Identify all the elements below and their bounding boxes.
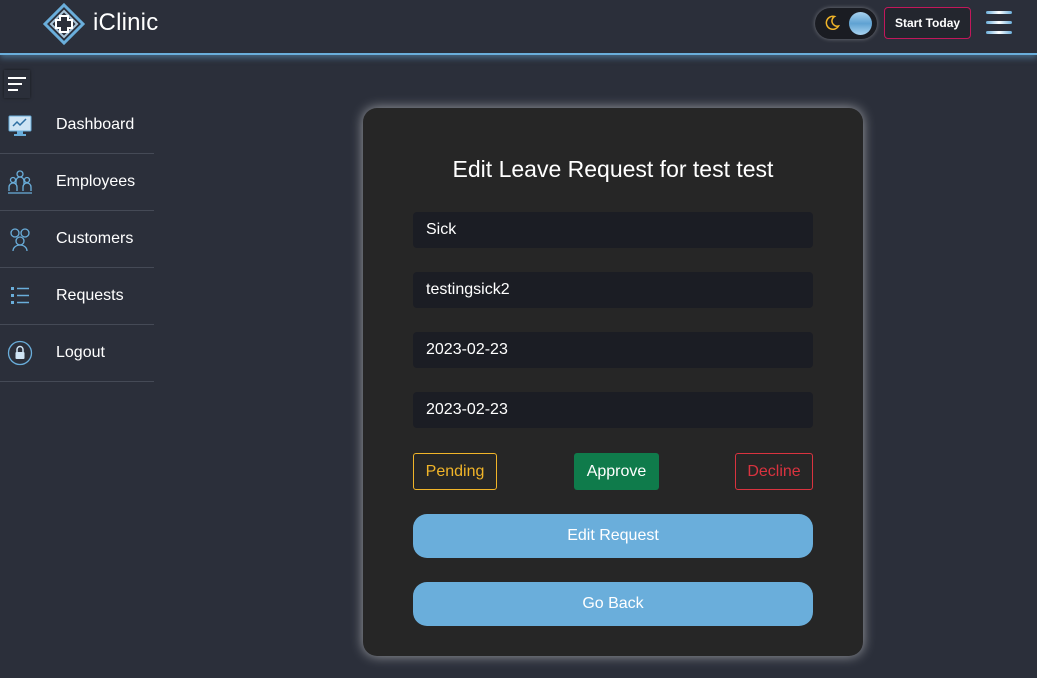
sidebar-item-employees[interactable]: Employees <box>0 154 154 211</box>
pending-button[interactable]: Pending <box>413 453 497 490</box>
start-today-button[interactable]: Start Today <box>884 7 971 39</box>
decline-button[interactable]: Decline <box>735 453 813 490</box>
edit-leave-request-card: Edit Leave Request for test test Pending… <box>363 108 863 656</box>
lock-icon <box>7 340 33 366</box>
clinic-logo-icon[interactable] <box>43 3 85 45</box>
sidebar-item-label: Dashboard <box>56 116 135 133</box>
sidebar-item-logout[interactable]: Logout <box>0 325 154 382</box>
list-icon <box>11 287 29 304</box>
moon-icon <box>825 15 840 31</box>
sidebar: Dashboard Employees Customers Requests L… <box>0 97 154 382</box>
customers-people-icon <box>10 228 30 252</box>
go-back-button[interactable]: Go Back <box>413 582 813 626</box>
hamburger-menu-icon[interactable] <box>986 10 1012 36</box>
sidebar-item-label: Customers <box>56 230 134 247</box>
sidebar-item-dashboard[interactable]: Dashboard <box>0 97 154 154</box>
approve-button[interactable]: Approve <box>574 453 659 490</box>
theme-toggle[interactable] <box>815 8 877 39</box>
app-name[interactable]: iClinic <box>93 9 158 37</box>
top-navbar: iClinic Start Today <box>0 0 1037 55</box>
end-date-input[interactable] <box>413 392 813 428</box>
sidebar-item-customers[interactable]: Customers <box>0 211 154 268</box>
leave-type-input[interactable] <box>413 212 813 248</box>
sidebar-item-label: Employees <box>56 173 136 190</box>
employees-group-icon <box>8 170 32 194</box>
sidebar-item-requests[interactable]: Requests <box>0 268 154 325</box>
page-title: Edit Leave Request for test test <box>452 156 774 182</box>
toggle-knob <box>849 12 872 35</box>
start-date-input[interactable] <box>413 332 813 368</box>
sidebar-toggle-icon[interactable] <box>4 70 30 98</box>
sidebar-item-label: Requests <box>56 287 124 304</box>
leave-reason-input[interactable] <box>413 272 813 308</box>
dashboard-monitor-icon <box>8 115 32 136</box>
edit-request-button[interactable]: Edit Request <box>413 514 813 558</box>
sidebar-item-label: Logout <box>56 344 105 361</box>
